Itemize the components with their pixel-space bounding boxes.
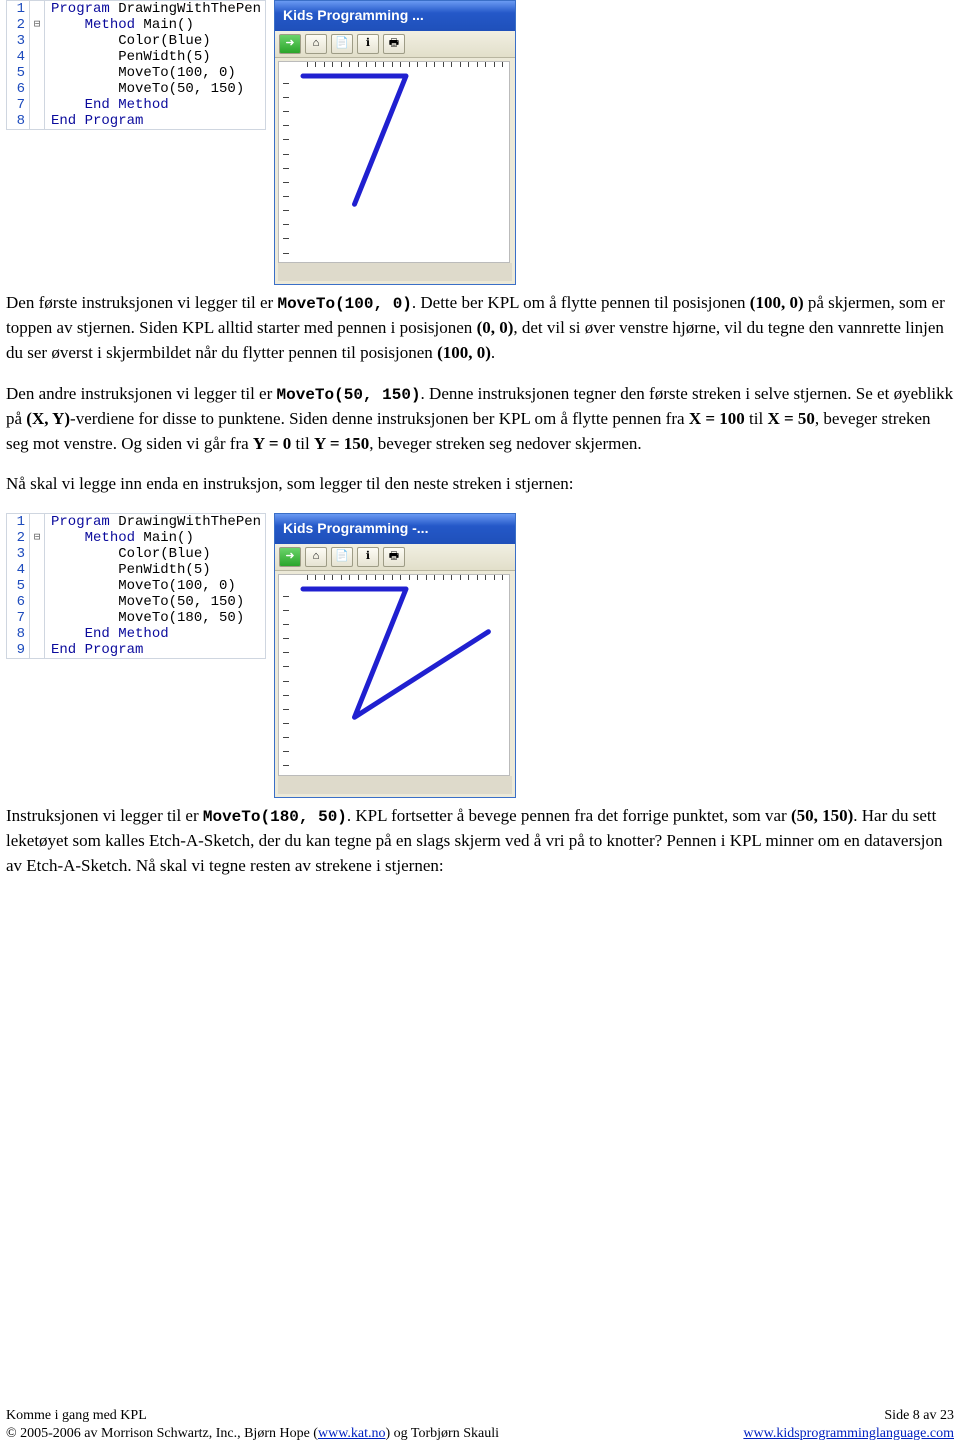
kpl-window-1: Kids Programming ... ➜⌂📄ℹ🖶 xyxy=(274,0,516,285)
code-inline: MoveTo(100, 0) xyxy=(277,295,411,313)
window-title: Kids Programming ... xyxy=(283,5,424,25)
code-line: 4 PenWidth(5) xyxy=(7,49,265,65)
kpl-window-2: Kids Programming -... ➜⌂📄ℹ🖶 xyxy=(274,513,516,798)
toolbar: ➜⌂📄ℹ🖶 xyxy=(275,544,515,571)
footer-left: Komme i gang med KPL © 2005-2006 av Morr… xyxy=(6,1407,499,1443)
page-footer: Komme i gang med KPL © 2005-2006 av Morr… xyxy=(6,1407,954,1443)
paragraph-4: Instruksjonen vi legger til er MoveTo(18… xyxy=(6,804,954,878)
code-line: 4 PenWidth(5) xyxy=(7,562,265,578)
figure-2: 1Program DrawingWithThePen2⊟ Method Main… xyxy=(6,513,954,798)
code-line: 7 End Method xyxy=(7,97,265,113)
toolbar-button-1[interactable]: ⌂ xyxy=(305,34,327,54)
titlebar: Kids Programming ... xyxy=(275,1,515,31)
code-line: 6 MoveTo(50, 150) xyxy=(7,81,265,97)
code-line: 3 Color(Blue) xyxy=(7,546,265,562)
code-inline: MoveTo(50, 150) xyxy=(277,386,421,404)
toolbar-button-0[interactable]: ➜ xyxy=(279,34,301,54)
paragraph-1: Den første instruksjonen vi legger til e… xyxy=(6,291,954,365)
paragraph-3: Nå skal vi legge inn enda en instruksjon… xyxy=(6,472,954,497)
code-line: 1Program DrawingWithThePen xyxy=(7,1,265,17)
toolbar: ➜⌂📄ℹ🖶 xyxy=(275,31,515,58)
code-line: 9End Program xyxy=(7,642,265,658)
titlebar: Kids Programming -... xyxy=(275,514,515,544)
figure-1: 1Program DrawingWithThePen2⊟ Method Main… xyxy=(6,0,954,285)
pen-drawing xyxy=(279,575,509,775)
code-inline: MoveTo(180, 50) xyxy=(203,808,347,826)
code-line: 8 End Method xyxy=(7,626,265,642)
drawing-canvas xyxy=(278,574,510,776)
footer-link-kpl[interactable]: www.kidsprogramminglanguage.com xyxy=(743,1426,954,1441)
code-line: 8End Program xyxy=(7,113,265,129)
page-number: Side 8 av 23 xyxy=(743,1407,954,1425)
code-line: 3 Color(Blue) xyxy=(7,33,265,49)
code-editor-1: 1Program DrawingWithThePen2⊟ Method Main… xyxy=(6,0,266,130)
code-line: 5 MoveTo(100, 0) xyxy=(7,578,265,594)
toolbar-button-2[interactable]: 📄 xyxy=(331,34,353,54)
code-line: 2⊟ Method Main() xyxy=(7,17,265,33)
code-line: 6 MoveTo(50, 150) xyxy=(7,594,265,610)
footer-doc-title: Komme i gang med KPL xyxy=(6,1407,499,1425)
toolbar-button-3[interactable]: ℹ xyxy=(357,547,379,567)
toolbar-button-4[interactable]: 🖶 xyxy=(383,34,405,54)
toolbar-button-3[interactable]: ℹ xyxy=(357,34,379,54)
toolbar-button-0[interactable]: ➜ xyxy=(279,547,301,567)
code-line: 7 MoveTo(180, 50) xyxy=(7,610,265,626)
toolbar-button-4[interactable]: 🖶 xyxy=(383,547,405,567)
paragraph-2: Den andre instruksjonen vi legger til er… xyxy=(6,382,954,456)
drawing-canvas xyxy=(278,61,510,263)
footer-link-katno[interactable]: www.kat.no xyxy=(318,1426,386,1441)
footer-copyright: © 2005-2006 av Morrison Schwartz, Inc., … xyxy=(6,1425,499,1443)
toolbar-button-2[interactable]: 📄 xyxy=(331,547,353,567)
code-line: 2⊟ Method Main() xyxy=(7,530,265,546)
footer-right: Side 8 av 23 www.kidsprogramminglanguage… xyxy=(743,1407,954,1443)
code-line: 5 MoveTo(100, 0) xyxy=(7,65,265,81)
pen-drawing xyxy=(279,62,509,262)
toolbar-button-1[interactable]: ⌂ xyxy=(305,547,327,567)
code-editor-2: 1Program DrawingWithThePen2⊟ Method Main… xyxy=(6,513,266,659)
code-line: 1Program DrawingWithThePen xyxy=(7,514,265,530)
window-title: Kids Programming -... xyxy=(283,518,428,538)
